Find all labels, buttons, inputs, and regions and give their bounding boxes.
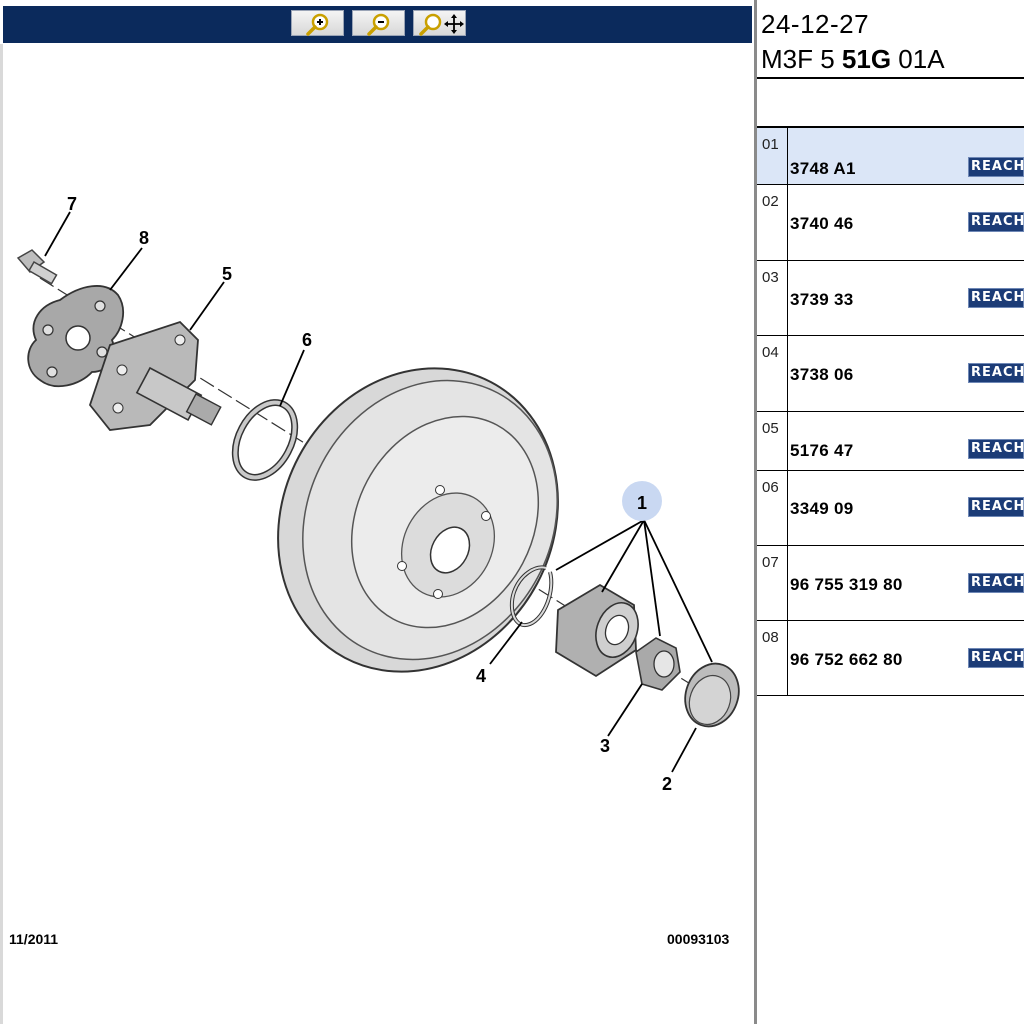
header-code-suffix: 01A [891, 44, 945, 74]
callout-7[interactable]: 7 [67, 194, 77, 214]
part-number-cell: 08 [757, 621, 788, 695]
reach-badge[interactable]: REACH [968, 363, 1024, 383]
header-code: M3F 5 51G 01A [761, 44, 945, 75]
reach-badge[interactable]: REACH [968, 157, 1024, 177]
part-number: 06 [762, 479, 779, 496]
part-number-cell: 04 [757, 336, 788, 411]
diagram-panel: 7 8 5 6 1 4 3 2 11/2011 00093103 [0, 0, 754, 1024]
part-number: 01 [762, 136, 779, 153]
part-number-cell: 07 [757, 546, 788, 620]
header-date: 24-12-27 [761, 9, 870, 39]
callout-3[interactable]: 3 [600, 736, 610, 756]
bolt-part[interactable] [16, 249, 58, 285]
part-row[interactable]: 03 3739 33 REACH [757, 261, 1024, 336]
part-row[interactable]: 05 5176 47 REACH [757, 412, 1024, 471]
parts-panel: 24-12-27 M3F 5 51G 01A 01 3748 A1 REACH … [757, 0, 1024, 1024]
part-row[interactable]: 06 3349 09 REACH [757, 471, 1024, 546]
part-reference: 3739 33 [790, 290, 854, 309]
callout-1[interactable]: 1 [637, 493, 647, 513]
wheel-bearing-part[interactable] [555, 583, 645, 678]
part-number-cell: 05 [757, 412, 788, 470]
zoom-pan-button[interactable] [413, 10, 466, 36]
zoom-in-icon [306, 13, 329, 36]
part-number: 07 [762, 554, 779, 571]
callout-5[interactable]: 5 [222, 264, 232, 284]
callout-4[interactable]: 4 [476, 666, 486, 686]
part-row[interactable]: 01 3748 A1 REACH [757, 128, 1024, 185]
viewer-toolbar [3, 6, 752, 43]
part-row[interactable]: 02 3740 46 REACH [757, 185, 1024, 261]
diagram-code: 00093103 [667, 931, 730, 947]
reach-badge[interactable]: REACH [968, 439, 1024, 459]
part-reference: 3738 06 [790, 365, 854, 384]
part-reference: 3748 A1 [790, 159, 856, 178]
part-number-cell: 06 [757, 471, 788, 545]
part-number: 08 [762, 629, 779, 646]
part-reference: 3349 09 [790, 499, 854, 518]
part-number-cell: 02 [757, 185, 788, 260]
reach-badge[interactable]: REACH [968, 497, 1024, 517]
part-row[interactable]: 04 3738 06 REACH [757, 336, 1024, 412]
part-row[interactable]: 08 96 752 662 80 REACH [757, 621, 1024, 696]
part-number: 03 [762, 269, 779, 286]
reach-badge[interactable]: REACH [968, 212, 1024, 232]
zoom-out-button[interactable] [352, 10, 405, 36]
zoom-out-icon [367, 13, 390, 36]
exploded-parts-diagram[interactable]: 7 8 5 6 1 4 3 2 [3, 44, 754, 924]
part-row[interactable]: 07 96 755 319 80 REACH [757, 546, 1024, 621]
part-reference: 3740 46 [790, 214, 854, 233]
callout-8[interactable]: 8 [139, 228, 149, 248]
header-code-bold: 51G [841, 44, 892, 74]
part-number-cell: 01 [757, 128, 788, 184]
part-reference: 96 752 662 80 [790, 650, 903, 669]
callout-2[interactable]: 2 [662, 774, 672, 794]
callout-6[interactable]: 6 [302, 330, 312, 350]
reach-badge[interactable]: REACH [968, 573, 1024, 593]
part-number: 05 [762, 420, 779, 437]
part-number: 04 [762, 344, 779, 361]
dust-cap-part[interactable] [677, 656, 748, 734]
zoom-pan-icon [419, 13, 464, 36]
hub-nut-part[interactable] [635, 637, 681, 691]
part-number: 02 [762, 193, 779, 210]
part-number-cell: 03 [757, 261, 788, 335]
reach-badge[interactable]: REACH [968, 288, 1024, 308]
header-code-prefix: M3F 5 [761, 44, 842, 74]
diagram-date: 11/2011 [9, 931, 59, 947]
zoom-in-button[interactable] [291, 10, 344, 36]
brake-drum-part[interactable] [226, 319, 611, 721]
header-divider [757, 77, 1024, 79]
reach-badge[interactable]: REACH [968, 648, 1024, 668]
part-reference: 5176 47 [790, 441, 854, 460]
part-reference: 96 755 319 80 [790, 575, 903, 594]
